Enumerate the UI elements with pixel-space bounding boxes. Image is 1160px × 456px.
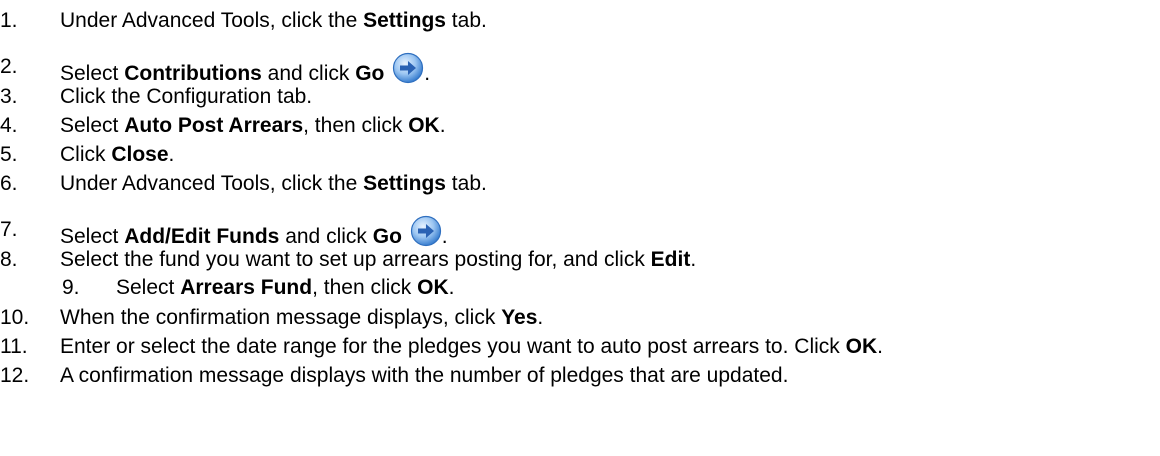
step-text-part: Select the fund you want to set up arrea… [60, 248, 651, 271]
step-number: 11. [0, 335, 28, 358]
step-text-part: Select [116, 276, 181, 299]
step-text: Select Arrears Fund, then click OK. [116, 273, 454, 303]
step-number: 4. [0, 114, 18, 137]
step-text-part: . [424, 62, 431, 85]
step-text-part: A confirmation message displays with the… [60, 364, 789, 387]
step-text-part: When the confirmation message displays, … [60, 306, 502, 329]
step-text-part: . [690, 248, 697, 271]
step-number: 6. [0, 172, 18, 195]
step-text-part: , then click [303, 114, 409, 137]
step-text: Select the fund you want to set up arrea… [60, 245, 696, 275]
step-text-part: . [439, 114, 446, 137]
step-number: 5. [0, 143, 18, 166]
step-keyword: Auto Post Arrears [124, 114, 304, 137]
step-keyword: Yes [501, 306, 538, 329]
step-text-part: Click [60, 143, 112, 166]
step-keyword: Arrears Fund [180, 276, 313, 299]
step-text: When the confirmation message displays, … [60, 303, 543, 333]
step-keyword: Settings [363, 172, 446, 195]
step-keyword: Go [355, 62, 385, 85]
step-text: Enter or select the date range for the p… [60, 332, 883, 362]
step-keyword: Settings [363, 9, 446, 32]
step-keyword: OK [408, 114, 440, 137]
step-text-part: Under Advanced Tools, click the [60, 172, 364, 195]
step-text-part: tab. [445, 172, 487, 195]
step-keyword: OK [417, 276, 449, 299]
step-text-part: , then click [312, 276, 418, 299]
step-number: 8. [0, 248, 18, 271]
step-text-part: . [537, 306, 544, 329]
step-number: 2. [0, 55, 18, 78]
step-text-part: Click the Configuration tab. [60, 85, 313, 108]
step-text: Click the Configuration tab. [60, 82, 312, 112]
step-number: 12. [0, 364, 30, 387]
go-arrow-icon [410, 215, 441, 247]
step-text-part: . [877, 335, 883, 358]
step-number: 9. [62, 276, 80, 299]
step-text: Select Auto Post Arrears, then click OK. [60, 111, 446, 141]
step-text: Click Close. [60, 140, 174, 170]
step-keyword: Edit [650, 248, 691, 271]
step-text: A confirmation message displays with the… [60, 361, 788, 391]
step-text-part: . [168, 143, 175, 166]
step-text-part: tab. [445, 9, 487, 32]
step-text-part: . [448, 276, 455, 299]
step-number: 10. [0, 306, 30, 329]
step-number: 7. [0, 218, 18, 241]
step-keyword: Close [111, 143, 169, 166]
step-number: 3. [0, 85, 18, 108]
step-number: 1. [0, 9, 18, 32]
step-text: Under Advanced Tools, click the Settings… [60, 169, 487, 199]
step-text-part: Under Advanced Tools, click the [60, 9, 364, 32]
step-text-part: Enter or select the date range for the p… [60, 335, 846, 358]
step-keyword: OK [845, 335, 878, 358]
step-text-part: Select [60, 114, 125, 137]
go-arrow-icon [393, 52, 424, 84]
step-text: Under Advanced Tools, click the Settings… [60, 6, 487, 36]
